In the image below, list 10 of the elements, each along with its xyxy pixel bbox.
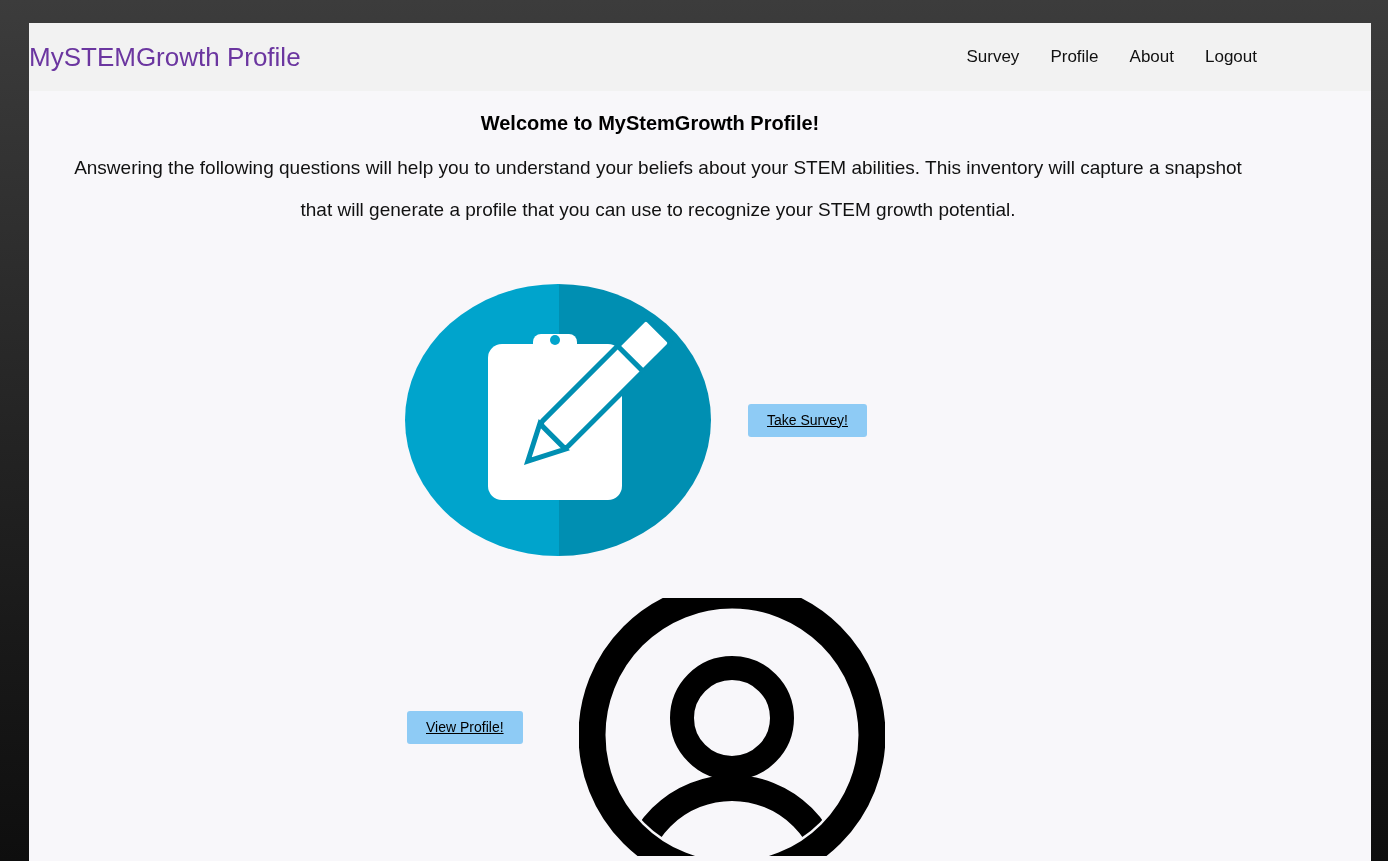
intro-paragraph: Answering the following questions will help you to understand your beliefs about your STEM abilities. This inventory will capture a snapshot that will generate a profile that you can use to recognize your STEM growth potential. [73, 156, 1243, 222]
clipboard-pencil-icon [405, 284, 711, 556]
action-button[interactable]: View Profile! [407, 710, 523, 744]
brand-link[interactable]: MySTEMGrowth Profile [29, 37, 301, 77]
action-button[interactable]: Take Survey! [748, 403, 867, 437]
nav-link[interactable]: Logout [1205, 44, 1257, 70]
nav-link[interactable]: Profile [1050, 44, 1099, 70]
nav-link[interactable]: Survey [966, 44, 1020, 70]
welcome-heading: Welcome to MyStemGrowth Profile! [479, 111, 821, 136]
nav-link[interactable]: About [1129, 44, 1174, 70]
